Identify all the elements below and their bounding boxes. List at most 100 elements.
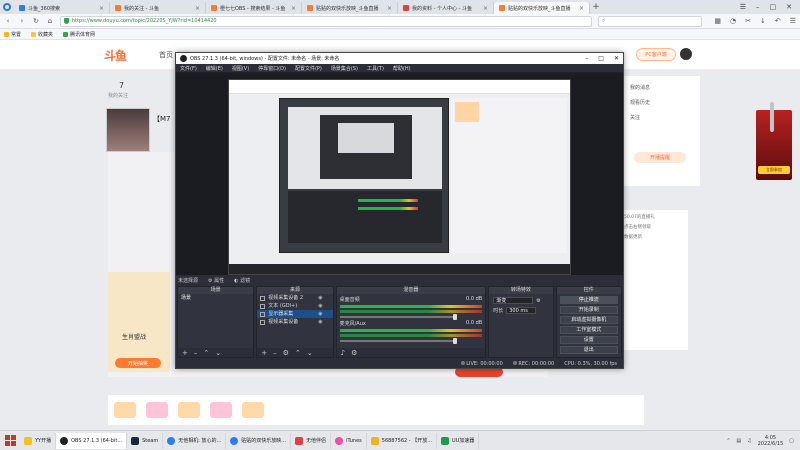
home-icon[interactable]: ⌂	[46, 17, 54, 25]
stop-streaming-button[interactable]: 停止推流	[559, 296, 618, 304]
site-logo[interactable]: 斗鱼	[104, 47, 127, 64]
close-tab-icon[interactable]: ×	[387, 5, 392, 12]
gift-item[interactable]	[114, 402, 136, 418]
browser-tab-active[interactable]: 贴贴的双快乐放映_斗鱼直播 ×	[494, 2, 590, 14]
slider-knob[interactable]	[452, 314, 457, 320]
studio-mode-button[interactable]: 工作室模式	[559, 326, 618, 334]
follow-label[interactable]: 我的关注	[108, 92, 128, 99]
gift-item[interactable]	[242, 402, 264, 418]
menu-scene-collection[interactable]: 场景集合(S)	[331, 65, 358, 72]
taskbar-item[interactable]: UU加速器	[437, 432, 480, 449]
menu-tools[interactable]: 工具(T)	[367, 65, 384, 72]
maximize-icon[interactable]: □	[598, 55, 604, 62]
menu-profile[interactable]: 配置文件(P)	[295, 65, 322, 72]
preview-canvas[interactable]	[228, 79, 571, 275]
gift-item[interactable]	[210, 402, 232, 418]
close-tab-icon[interactable]: ×	[195, 5, 200, 12]
browser-tab[interactable]: 贴贴的双快乐放映_斗鱼直播 ×	[302, 2, 398, 14]
right-menu-item[interactable]: 观看历史	[630, 99, 690, 106]
gift-item[interactable]	[146, 402, 168, 418]
close-icon[interactable]: ✕	[614, 55, 619, 62]
volume-slider[interactable]	[339, 338, 457, 344]
grid-icon[interactable]: ▦	[714, 17, 721, 25]
refresh-icon[interactable]: ↻	[32, 17, 40, 25]
obs-title-bar[interactable]: OBS 27.1.3 (64-bit, windows) - 配置文件: 未命名…	[176, 53, 623, 64]
taskbar-item[interactable]: Steam	[127, 432, 164, 449]
virtual-camera-button[interactable]: 启动虚拟摄像机	[559, 316, 618, 324]
maximize-icon[interactable]: □	[770, 3, 777, 11]
menu-docks[interactable]: 停靠窗口(D)	[258, 65, 286, 72]
menu-file[interactable]: 文件(F)	[180, 65, 197, 72]
menu-edit[interactable]: 编辑(E)	[206, 65, 223, 72]
bookmark-item[interactable]: 收藏夹	[31, 31, 53, 38]
bookmark-item[interactable]: 常置	[4, 31, 21, 38]
move-up-icon[interactable]: ⌃	[295, 349, 301, 357]
gift-lottery-button[interactable]: 开始抽奖	[115, 358, 161, 368]
nav-home-link[interactable]: 首页	[159, 50, 173, 60]
duration-input[interactable]: 300 ms	[506, 307, 537, 314]
menu-icon[interactable]: ☰	[740, 3, 746, 11]
start-recording-button[interactable]: 开始录制	[559, 306, 618, 314]
more-icon[interactable]: ☰	[790, 17, 796, 25]
scene-item[interactable]: 场景	[178, 294, 253, 302]
scrollbar[interactable]	[770, 102, 774, 132]
source-item[interactable]: 视频采集设备 ◉	[257, 318, 332, 326]
search-input[interactable]: ⌕	[597, 15, 703, 27]
obs-preview[interactable]	[176, 73, 623, 275]
transition-select[interactable]: 渐变	[493, 297, 534, 304]
menu-view[interactable]: 视图(V)	[232, 65, 249, 72]
download-icon[interactable]: ↓	[760, 17, 766, 25]
taskbar-item[interactable]: iTunes	[331, 432, 367, 449]
gear-icon[interactable]: ⚙	[351, 349, 357, 357]
taskbar-item[interactable]: 56887562 - 【开放...	[367, 432, 437, 449]
start-button-icon[interactable]	[0, 431, 20, 450]
right-menu-item[interactable]: 关注	[630, 114, 690, 121]
taskbar-item[interactable]: YY开播	[20, 432, 57, 449]
streamer-avatar[interactable]	[106, 108, 150, 152]
close-tab-icon[interactable]: ×	[291, 5, 296, 12]
bookmark-item[interactable]: 腾讯体育网	[63, 31, 95, 38]
url-input[interactable]: https://www.douyu.com/topic/20220S_YJW?r…	[59, 15, 592, 27]
volume-slider[interactable]	[339, 314, 457, 320]
filters-button[interactable]: ◐ 滤镜	[234, 277, 250, 284]
add-icon[interactable]: +	[261, 349, 267, 357]
remove-icon[interactable]: –	[194, 349, 198, 357]
network-icon[interactable]: ▤	[736, 438, 741, 444]
move-up-icon[interactable]: ⌃	[203, 349, 209, 357]
pc-client-button[interactable]: PC客户端	[636, 48, 676, 61]
source-item[interactable]: 文本 (GDI+) ◉	[257, 302, 332, 310]
minimize-icon[interactable]: –	[585, 55, 588, 62]
new-tab-button[interactable]: +	[590, 2, 602, 12]
slider-knob[interactable]	[452, 338, 457, 344]
source-item-selected[interactable]: 显示器采集 ◉	[257, 310, 333, 318]
visibility-eye-icon[interactable]: ◉	[318, 310, 322, 318]
browser-logo-icon[interactable]	[0, 0, 14, 14]
avatar[interactable]	[678, 46, 694, 62]
taskbar-item[interactable]: 无他伴侣	[291, 432, 332, 449]
reminder-button[interactable]: 开播提醒	[634, 152, 686, 163]
clock[interactable]: 4:05 2022/6/15	[758, 435, 784, 447]
taskbar-item[interactable]: 无他相机: 放心的...	[163, 432, 227, 449]
back-icon[interactable]: ‹	[4, 17, 12, 25]
ad-join-button[interactable]: 立即参加	[758, 166, 790, 174]
remove-icon[interactable]: –	[273, 349, 277, 357]
close-tab-icon[interactable]: ×	[579, 5, 584, 12]
browser-tab[interactable]: 我的资料 - 个人中心 - 斗鱼 ×	[398, 2, 494, 14]
close-tab-icon[interactable]: ×	[483, 5, 488, 12]
browser-tab[interactable]: 我的关注 - 斗鱼 ×	[110, 2, 206, 14]
close-tab-icon[interactable]: ×	[99, 5, 104, 12]
taskbar-item[interactable]: 贴贴的双快乐放映...	[226, 432, 292, 449]
gear-icon[interactable]: ⚙	[283, 349, 289, 357]
move-down-icon[interactable]: ⌄	[307, 349, 313, 357]
source-item[interactable]: 视频采集设备 2 ◉	[257, 294, 332, 302]
user-icon[interactable]: ◔	[730, 17, 736, 25]
speaker-icon[interactable]: ♪	[341, 349, 345, 357]
taskbar-item-active[interactable]: OBS 27.1.3 (64-bit...	[56, 432, 128, 449]
browser-tab[interactable]: 橙七七OBS - 搜索结果 - 斗鱼 ×	[206, 2, 302, 14]
add-icon[interactable]: +	[182, 349, 188, 357]
minimize-icon[interactable]: –	[756, 3, 760, 11]
visibility-eye-icon[interactable]: ◉	[318, 302, 322, 310]
exit-button[interactable]: 退出	[559, 346, 618, 354]
gift-item[interactable]	[178, 402, 200, 418]
forward-icon[interactable]: ›	[18, 17, 26, 25]
